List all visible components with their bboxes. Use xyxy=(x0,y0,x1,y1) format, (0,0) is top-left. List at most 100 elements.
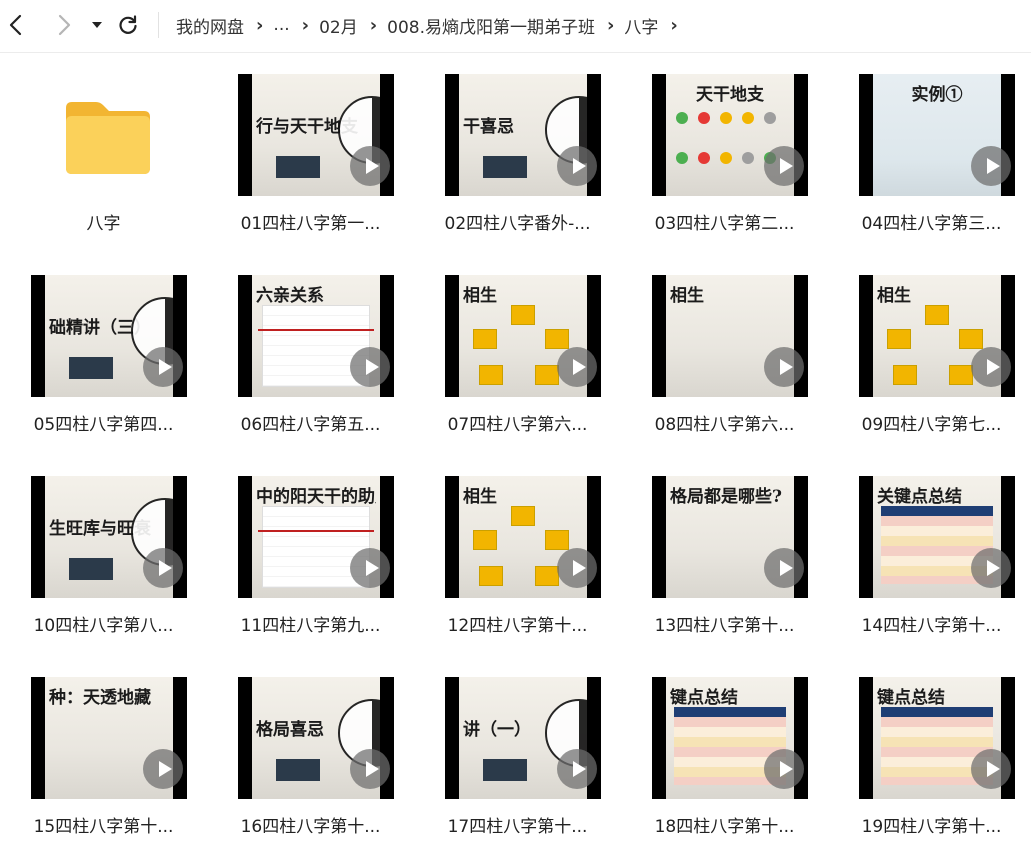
seal-stamp xyxy=(69,558,113,580)
play-triangle xyxy=(158,359,172,375)
play-triangle xyxy=(572,560,586,576)
video-thumbnail: 讲（一） xyxy=(445,677,601,799)
wheel-node xyxy=(893,365,917,385)
video-item[interactable]: 格局喜忌 16四柱八字第十... xyxy=(207,656,414,856)
thumbnail-title: 相生 xyxy=(670,286,704,306)
wheel-node xyxy=(925,305,949,325)
play-icon xyxy=(143,548,183,588)
play-icon xyxy=(350,146,390,186)
play-icon xyxy=(971,548,1011,588)
history-dropdown-button[interactable] xyxy=(85,11,109,39)
video-item[interactable]: 六亲关系 06四柱八字第五... xyxy=(207,254,414,454)
breadcrumb-item[interactable]: ... xyxy=(273,15,289,35)
video-thumbnail: 关键点总结 xyxy=(859,476,1015,598)
video-item[interactable]: 相生 09四柱八字第七... xyxy=(828,254,1031,454)
video-thumbnail: 天干地支 xyxy=(652,74,808,196)
play-icon xyxy=(971,146,1011,186)
seal-stamp xyxy=(483,156,527,178)
video-thumbnail: 行与天干地支 xyxy=(238,74,394,196)
seal-stamp xyxy=(483,759,527,781)
thumbnail-title: 种：天透地藏 xyxy=(49,688,151,708)
video-item[interactable]: 键点总结 19四柱八字第十... xyxy=(828,656,1031,856)
wheel-node xyxy=(949,365,973,385)
thumbnail-title: 相生 xyxy=(463,487,497,507)
video-item[interactable]: 中的阳天干的助财 11四柱八字第九... xyxy=(207,455,414,655)
play-triangle xyxy=(572,761,586,777)
video-thumbnail: 实例① xyxy=(859,74,1015,196)
video-item[interactable]: 天干地支 03四柱八字第二... xyxy=(621,53,828,253)
forward-button[interactable] xyxy=(50,11,78,39)
back-button[interactable] xyxy=(2,11,30,39)
play-icon xyxy=(557,749,597,789)
toolbar: 我的网盘 ›... › 02月 › 008.易熵戊阳第一期弟子班 › 八字 › xyxy=(0,0,1031,53)
thumbnail-title: 关键点总结 xyxy=(877,487,962,507)
seal-stamp xyxy=(69,357,113,379)
video-thumbnail: 六亲关系 xyxy=(238,275,394,397)
item-label: 12四柱八字第十... xyxy=(447,616,588,636)
video-item[interactable]: 相生 07四柱八字第六... xyxy=(414,254,621,454)
wheel-node xyxy=(473,329,497,349)
breadcrumb-item[interactable]: 02月 xyxy=(319,13,358,38)
table-header-preview xyxy=(881,506,993,516)
chevron-left-icon xyxy=(9,14,22,36)
highlight-line xyxy=(258,530,374,532)
item-label: 17四柱八字第十... xyxy=(447,817,588,837)
play-triangle xyxy=(365,761,379,777)
table-header-preview xyxy=(881,707,993,717)
refresh-icon xyxy=(119,15,137,34)
play-icon xyxy=(557,548,597,588)
play-icon xyxy=(143,347,183,387)
wheel-node xyxy=(511,305,535,325)
video-item[interactable]: 相生 12四柱八字第十... xyxy=(414,455,621,655)
video-item[interactable]: 格局都是哪些? 13四柱八字第十... xyxy=(621,455,828,655)
item-label: 15四柱八字第十... xyxy=(33,817,174,837)
breadcrumb-item[interactable]: 008.易熵戊阳第一期弟子班 xyxy=(387,13,595,38)
video-item[interactable]: 种：天透地藏 15四柱八字第十... xyxy=(0,656,207,856)
play-icon xyxy=(557,146,597,186)
thumbnail-title: 相生 xyxy=(877,286,911,306)
video-thumbnail: 干喜忌 xyxy=(445,74,601,196)
play-icon xyxy=(764,347,804,387)
folder-item[interactable]: 八字 xyxy=(0,53,207,253)
wheel-node xyxy=(535,365,559,385)
video-thumbnail: 础精讲（三） xyxy=(31,275,187,397)
breadcrumb-separator-icon: › xyxy=(606,14,615,36)
wheel-node xyxy=(887,329,911,349)
video-item[interactable]: 生旺库与旺衰 10四柱八字第八... xyxy=(0,455,207,655)
breadcrumb-item[interactable]: 我的网盘 xyxy=(176,13,244,38)
item-label: 11四柱八字第九... xyxy=(240,616,381,636)
toolbar-divider xyxy=(158,12,159,38)
item-label: 07四柱八字第六... xyxy=(447,415,588,435)
video-thumbnail: 相生 xyxy=(859,275,1015,397)
video-thumbnail: 生旺库与旺衰 xyxy=(31,476,187,598)
wheel-node xyxy=(479,365,503,385)
wheel-node xyxy=(545,530,569,550)
play-triangle xyxy=(986,158,1000,174)
video-item[interactable]: 键点总结 18四柱八字第十... xyxy=(621,656,828,856)
seal-stamp xyxy=(276,759,320,781)
video-item[interactable]: 础精讲（三） 05四柱八字第四... xyxy=(0,254,207,454)
video-item[interactable]: 实例① 04四柱八字第三... xyxy=(828,53,1031,253)
play-triangle xyxy=(779,359,793,375)
video-thumbnail: 中的阳天干的助财 xyxy=(238,476,394,598)
play-icon xyxy=(350,749,390,789)
video-item[interactable]: 讲（一） 17四柱八字第十... xyxy=(414,656,621,856)
refresh-button[interactable] xyxy=(114,11,142,39)
video-item[interactable]: 关键点总结 14四柱八字第十... xyxy=(828,455,1031,655)
thumbnail-title: 相生 xyxy=(463,286,497,306)
video-item[interactable]: 行与天干地支 01四柱八字第一... xyxy=(207,53,414,253)
video-item[interactable]: 干喜忌 02四柱八字番外-... xyxy=(414,53,621,253)
item-label: 06四柱八字第五... xyxy=(240,415,381,435)
breadcrumb-item[interactable]: 八字 xyxy=(624,13,658,38)
item-label: 05四柱八字第四... xyxy=(33,415,174,435)
video-item[interactable]: 相生 08四柱八字第六... xyxy=(621,254,828,454)
item-label: 19四柱八字第十... xyxy=(861,817,1002,837)
item-label: 18四柱八字第十... xyxy=(654,817,795,837)
video-thumbnail: 格局都是哪些? xyxy=(652,476,808,598)
play-triangle xyxy=(779,761,793,777)
element-dot xyxy=(676,112,688,124)
wheel-node xyxy=(473,530,497,550)
highlight-line xyxy=(258,329,374,331)
play-triangle xyxy=(986,359,1000,375)
play-icon xyxy=(971,749,1011,789)
